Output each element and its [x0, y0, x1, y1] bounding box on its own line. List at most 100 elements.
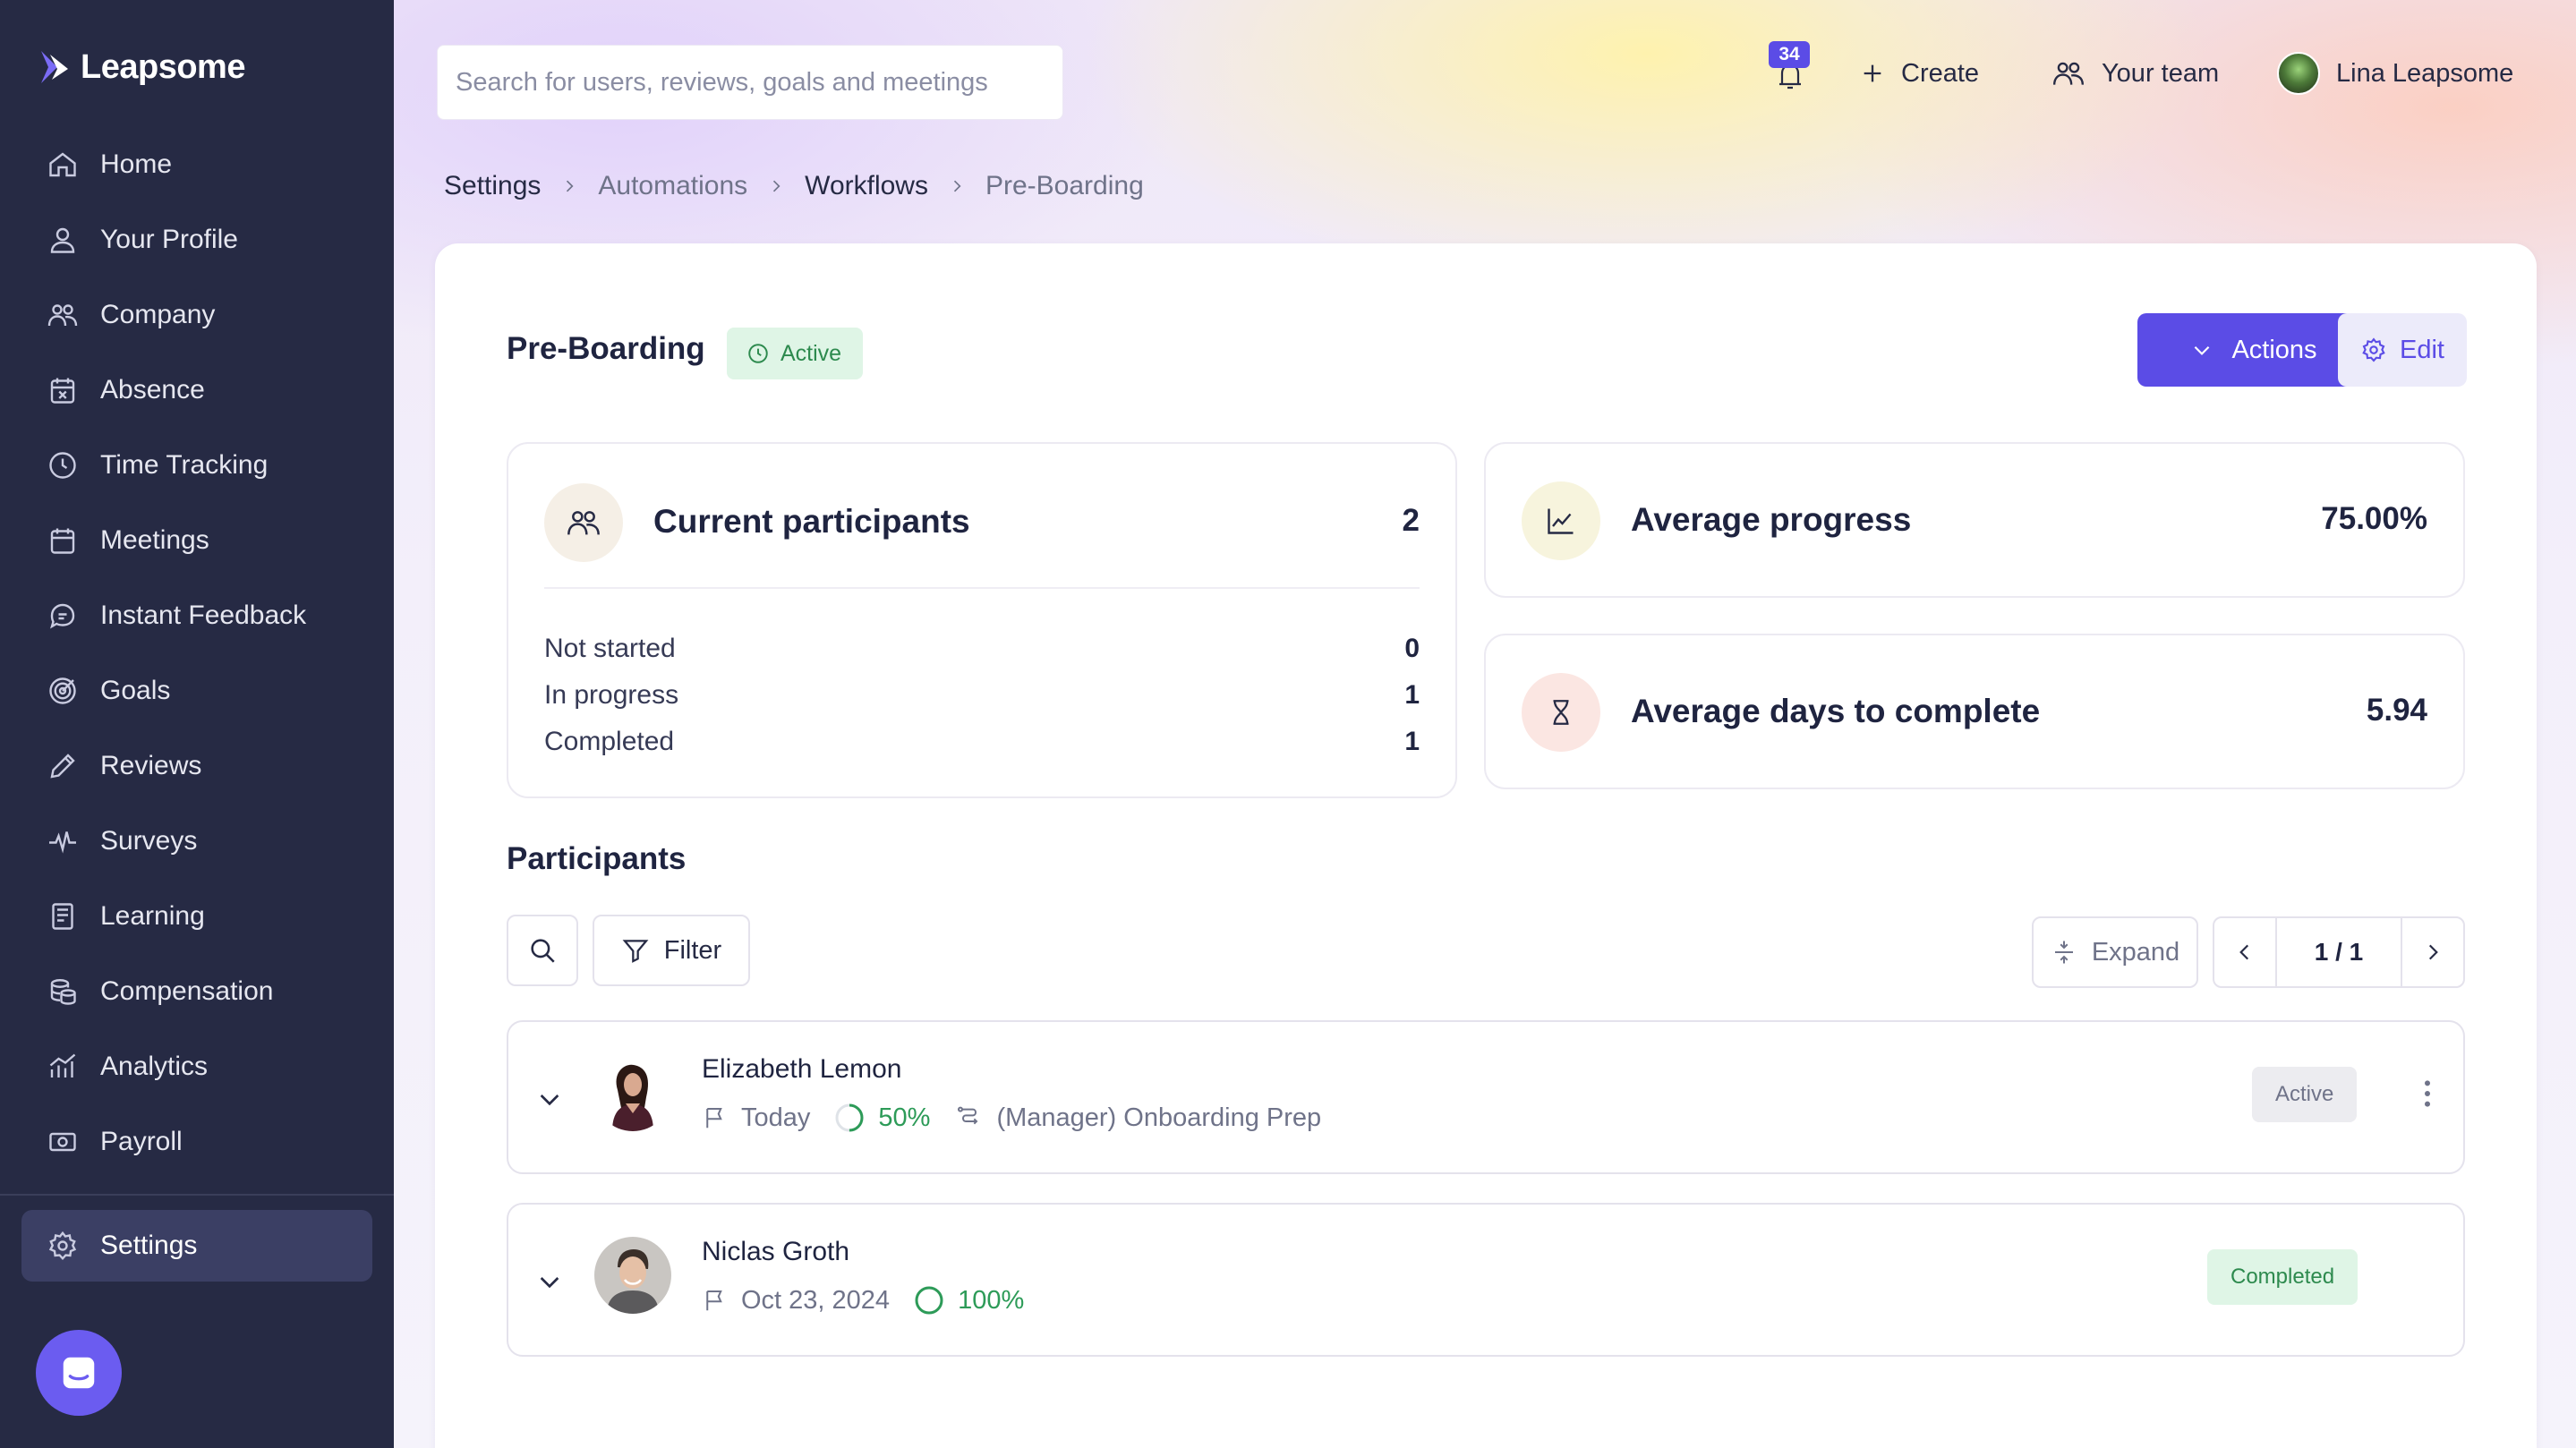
chevron-down-icon[interactable] [535, 1085, 564, 1113]
sidebar-nav: Home Your Profile Company Absence Time T… [21, 127, 372, 1180]
stat-title: Current participants [653, 503, 970, 540]
hourglass-icon [1522, 673, 1600, 752]
participant-row[interactable]: Elizabeth Lemon Today 50% (Manager) Onbo… [507, 1020, 2465, 1174]
user-menu[interactable]: Lina Leapsome [2277, 36, 2513, 111]
sidebar-item-surveys[interactable]: Surveys [21, 804, 372, 879]
breakdown-label: Not started [544, 634, 676, 663]
user-avatar [2277, 52, 2320, 95]
breakdown-label: In progress [544, 680, 679, 710]
chevron-right-icon [773, 180, 780, 192]
edit-label: Edit [2400, 335, 2444, 364]
breakdown-row-in-progress: In progress 1 [544, 673, 1420, 718]
your-team-button[interactable]: Your team [2051, 36, 2219, 111]
status-badge: Active [727, 328, 864, 379]
sidebar-item-instant-feedback[interactable]: Instant Feedback [21, 578, 372, 653]
create-button[interactable]: Create [1860, 36, 1979, 111]
stat-value: 2 [1402, 503, 1420, 538]
sidebar-item-label: Goals [100, 676, 171, 705]
next-page-button[interactable] [2402, 918, 2463, 986]
breakdown-value: 1 [1404, 727, 1420, 756]
sidebar-item-label: Absence [100, 375, 205, 405]
actions-label: Actions [2231, 335, 2317, 364]
sidebar-item-goals[interactable]: Goals [21, 653, 372, 728]
stat-value: 75.00% [2321, 501, 2427, 536]
stat-title: Average days to complete [1631, 693, 2041, 729]
avatar [594, 1054, 671, 1131]
sidebar-item-your-profile[interactable]: Your Profile [21, 202, 372, 277]
participant-row[interactable]: Niclas Groth Oct 23, 2024 100% Completed [507, 1203, 2465, 1357]
people-icon [47, 299, 79, 331]
notifications-count-badge: 34 [1769, 41, 1810, 68]
stat-average-progress: Average progress 75.00% [1484, 442, 2465, 598]
sidebar-item-learning[interactable]: Learning [21, 879, 372, 954]
chevron-right-icon [2428, 944, 2438, 960]
page-title: Pre-Boarding [507, 331, 705, 366]
sidebar-item-reviews[interactable]: Reviews [21, 728, 372, 804]
participant-date: Today [741, 1103, 811, 1132]
participants-icon [544, 483, 623, 562]
participant-progress: 50% [878, 1103, 931, 1132]
breadcrumb-automations[interactable]: Automations [598, 171, 747, 201]
sidebar-item-label: Meetings [100, 525, 209, 555]
actions-button[interactable]: Actions [2137, 313, 2370, 387]
sidebar-item-company[interactable]: Company [21, 277, 372, 353]
avatar [594, 1237, 671, 1314]
global-search[interactable] [437, 45, 1063, 120]
expand-icon [2054, 941, 2073, 964]
coins-icon [47, 975, 79, 1008]
chevron-right-icon [567, 180, 574, 192]
sidebar-item-label: Learning [100, 901, 205, 931]
sidebar-item-label: Reviews [100, 751, 202, 780]
participants-search-button[interactable] [507, 915, 578, 986]
search-icon [531, 939, 555, 963]
banknote-icon [47, 1126, 79, 1158]
trend-chart-icon [1522, 481, 1600, 560]
breadcrumb-settings[interactable]: Settings [444, 171, 541, 201]
participant-progress: 100% [958, 1285, 1025, 1315]
sidebar-item-settings[interactable]: Settings [21, 1210, 372, 1282]
breadcrumb: Settings Automations Workflows Pre-Board… [444, 166, 1144, 206]
sidebar-item-payroll[interactable]: Payroll [21, 1104, 372, 1180]
home-icon [47, 149, 79, 181]
chart-icon [47, 1051, 79, 1083]
breadcrumb-workflows[interactable]: Workflows [805, 171, 928, 201]
participant-name[interactable]: Niclas Groth [702, 1237, 849, 1267]
participants-title: Participants [507, 841, 687, 876]
sidebar-item-absence[interactable]: Absence [21, 353, 372, 428]
expand-button[interactable]: Expand [2032, 916, 2198, 988]
sidebar: Leapsome Home Your Profile Company Absen… [0, 0, 394, 1448]
edit-button[interactable]: Edit [2338, 313, 2467, 387]
filter-label: Filter [663, 935, 722, 965]
breadcrumb-current: Pre-Boarding [985, 171, 1144, 200]
gear-icon [2362, 337, 2385, 362]
sidebar-item-home[interactable]: Home [21, 127, 372, 202]
status-badge: Active [2252, 1067, 2358, 1122]
sidebar-item-label: Your Profile [100, 225, 238, 254]
previous-page-button[interactable] [2214, 918, 2275, 986]
plus-icon [1864, 64, 1881, 82]
clock-icon [47, 449, 79, 481]
pulse-icon [47, 825, 79, 857]
chevron-down-icon [2195, 345, 2210, 355]
filter-button[interactable]: Filter [593, 915, 750, 986]
team-icon [2052, 62, 2085, 85]
stat-divider [544, 587, 1420, 589]
sidebar-item-compensation[interactable]: Compensation [21, 954, 372, 1029]
more-options-icon[interactable] [2410, 1076, 2445, 1112]
sidebar-item-label: Surveys [100, 826, 198, 856]
sidebar-item-time-tracking[interactable]: Time Tracking [21, 428, 372, 503]
chevron-down-icon[interactable] [535, 1267, 564, 1296]
search-input[interactable] [456, 67, 1062, 98]
sidebar-item-meetings[interactable]: Meetings [21, 503, 372, 578]
user-icon [47, 224, 79, 256]
user-name: Lina Leapsome [2336, 58, 2514, 88]
sidebar-item-label: Settings [100, 1231, 198, 1260]
support-chat-button[interactable] [36, 1330, 122, 1416]
sidebar-item-analytics[interactable]: Analytics [21, 1029, 372, 1104]
chat-icon [47, 600, 79, 632]
participant-name[interactable]: Elizabeth Lemon [702, 1054, 901, 1085]
progress-ring-fill [915, 1286, 943, 1315]
chevron-left-icon [2239, 944, 2249, 960]
brand-logo[interactable]: Leapsome [38, 45, 245, 89]
status-label: Active [780, 340, 842, 366]
